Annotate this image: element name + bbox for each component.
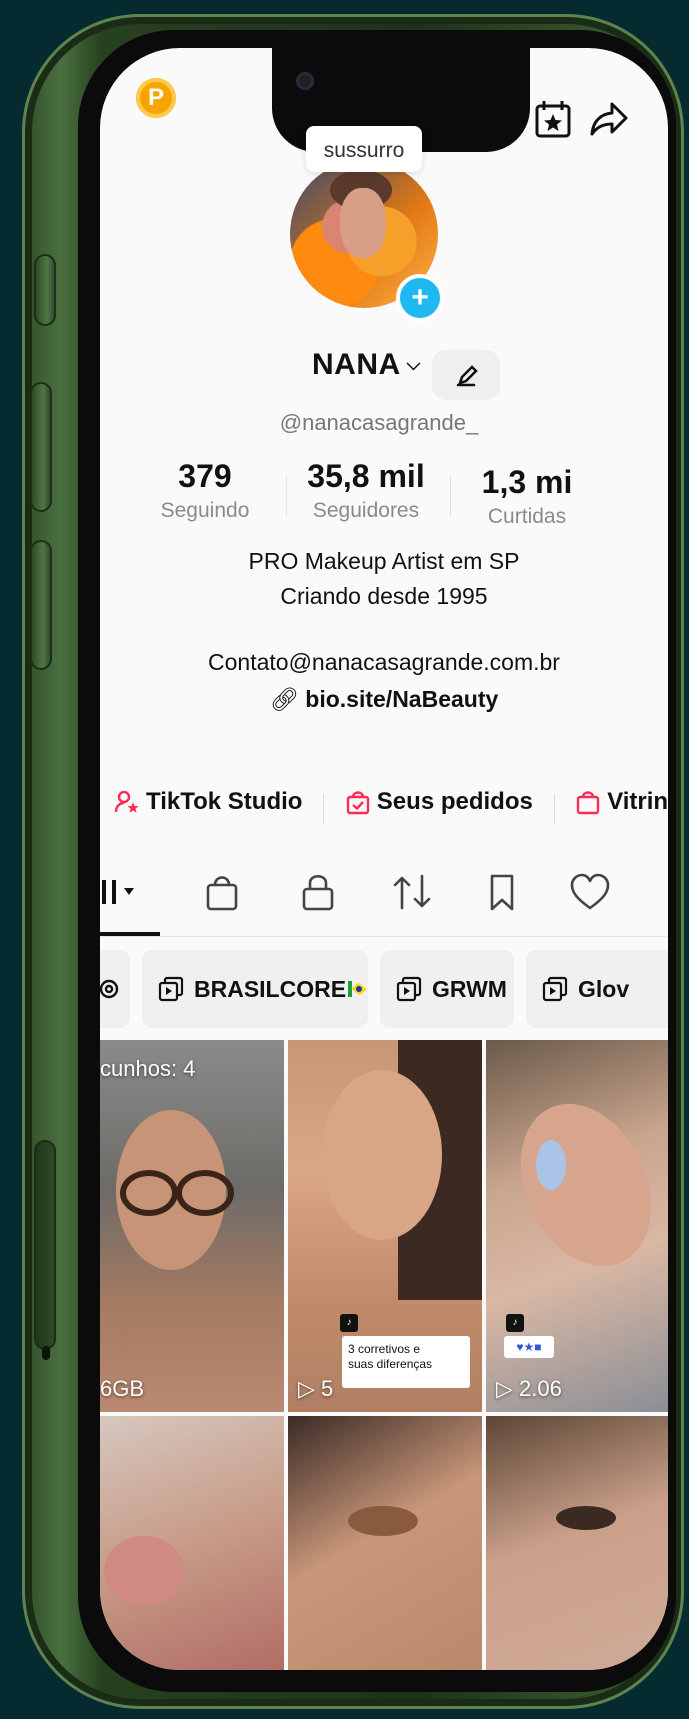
- emoji-sticker: ♥★■: [504, 1336, 554, 1358]
- chevron-down-icon: ⌵: [406, 354, 421, 374]
- drafts-label: cunhos: 4: [100, 1056, 196, 1081]
- collection-chip-brasilcore[interactable]: BRASILCORE: [142, 950, 368, 1028]
- thumb-eye: [348, 1506, 418, 1536]
- tab-private-lock-icon[interactable]: [296, 870, 340, 914]
- bio-contact: Contato@nanacasagrande.com.br: [208, 649, 560, 675]
- thumb-glasses: [176, 1170, 234, 1216]
- volume-down-button: [30, 540, 52, 670]
- collection-icon: [158, 976, 184, 1002]
- thumb-face: [495, 1082, 668, 1288]
- manage-collections-chip[interactable]: [100, 950, 130, 1028]
- video-thumbnail[interactable]: [288, 1416, 482, 1670]
- tiktok-studio-label: TikTok Studio: [146, 788, 303, 815]
- profile-handle: @nanacasagrande_: [279, 410, 479, 435]
- bio-line: PRO Makeup Artist em SP: [248, 548, 520, 574]
- sim-tray-pin: [42, 1346, 50, 1360]
- stat-label: Seguindo: [160, 499, 250, 522]
- shortcut-divider: [553, 793, 555, 824]
- shortcut-bar: TikTok Studio Seus pedidos Vitrine: [114, 788, 668, 824]
- thumb-eye: [556, 1506, 616, 1530]
- draft-size-label: 6GB: [100, 1376, 145, 1401]
- tab-reposts-icon[interactable]: [390, 870, 434, 914]
- collection-icon: [396, 976, 422, 1002]
- collection-chips: BRASILCORE GRWM Glov: [100, 950, 668, 1034]
- sim-tray: [34, 1140, 56, 1350]
- profile-name: NANA: [312, 348, 401, 381]
- brazil-flag-icon: [348, 981, 367, 997]
- play-count: ▷ 2.06: [496, 1376, 562, 1401]
- profile-name-switcher[interactable]: NANA ⌵: [312, 348, 421, 382]
- shopping-bag-icon: [576, 791, 600, 815]
- video-thumbnail-drafts[interactable]: cunhos: 4 6GB: [100, 1040, 284, 1412]
- screen: P sussurro + NANA ⌵ @nanacasagrande_ 379 …: [100, 48, 668, 1670]
- shopping-bag-check-icon: [346, 791, 369, 815]
- bio-line: Criando desde 1995: [280, 583, 488, 609]
- silent-switch: [34, 254, 56, 326]
- pencil-icon: [456, 365, 478, 387]
- collection-chip-grwm[interactable]: GRWM: [380, 950, 514, 1028]
- play-count: ▷ 5: [298, 1376, 334, 1401]
- tab-favorites-bookmark-icon[interactable]: [480, 870, 524, 914]
- tab-liked-heart-icon[interactable]: [568, 870, 612, 914]
- video-thumbnail[interactable]: [486, 1416, 668, 1670]
- link-icon: 🔗︎: [269, 686, 299, 712]
- tiktok-studio-shortcut[interactable]: TikTok Studio: [114, 788, 302, 816]
- stat-label: Curtidas: [487, 505, 567, 528]
- thumb-face: [322, 1070, 442, 1240]
- stat-value: 379: [178, 458, 232, 494]
- profile-tabs: [100, 850, 668, 937]
- calendar-star-icon[interactable]: [532, 98, 574, 140]
- video-thumbnail[interactable]: 3 corretivos e suas diferenças ♪ ▷ 5: [288, 1040, 482, 1412]
- coin-icon[interactable]: P: [136, 78, 176, 118]
- tab-videos-grid-icon[interactable]: [100, 870, 154, 914]
- share-icon[interactable]: [588, 98, 630, 140]
- settings-gear-icon: [100, 979, 119, 999]
- thumb-glasses: [120, 1170, 178, 1216]
- stat-label: Seguidores: [312, 499, 420, 522]
- collection-icon: [542, 976, 568, 1002]
- showcase-label: Vitrine: [607, 788, 668, 815]
- bio-link-text: bio.site/NaBeauty: [305, 686, 499, 712]
- orders-shortcut[interactable]: Seus pedidos: [345, 788, 533, 816]
- tab-shop-bag-icon[interactable]: [200, 870, 244, 914]
- stat-divider: [286, 476, 287, 516]
- collection-label: GRWM: [432, 975, 507, 1002]
- bio-link[interactable]: 🔗︎ bio.site/NaBeauty: [100, 686, 668, 713]
- caption-line: 3 corretivos e: [348, 1342, 421, 1356]
- volume-up-button: [30, 382, 52, 512]
- collection-label: Glov: [578, 975, 630, 1002]
- video-caption-sticker: 3 corretivos e suas diferenças: [342, 1336, 470, 1388]
- creator-star-icon: [114, 790, 139, 813]
- showcase-shortcut[interactable]: Vitrine: [575, 788, 668, 816]
- tiktok-badge-icon: ♪: [340, 1314, 358, 1332]
- thumb-lips: [104, 1536, 184, 1606]
- caption-line: suas diferenças: [348, 1357, 433, 1371]
- stat-value: 35,8 mil: [307, 458, 425, 494]
- stat-likes[interactable]: 1,3 mi Curtidas: [462, 464, 592, 529]
- orders-label: Seus pedidos: [376, 788, 533, 815]
- thumb-eye-glitter: [536, 1140, 566, 1190]
- play-count-value: 5: [321, 1376, 334, 1401]
- video-thumbnail[interactable]: [100, 1416, 284, 1670]
- collection-chip-glow[interactable]: Glov: [526, 950, 668, 1028]
- video-thumbnail[interactable]: ♪ ♥★■ ▷ 2.06: [486, 1040, 668, 1412]
- stat-divider: [450, 476, 451, 516]
- avatar-face: [340, 188, 386, 258]
- stat-value: 1,3 mi: [481, 464, 573, 500]
- video-grid: cunhos: 4 6GB 3 corretivos e suas difere…: [100, 1040, 668, 1670]
- stat-followers[interactable]: 35,8 mil Seguidores: [292, 458, 440, 523]
- play-count-value: 2.06: [519, 1376, 562, 1401]
- add-story-plus-icon[interactable]: +: [396, 274, 444, 322]
- shortcut-divider: [323, 793, 325, 824]
- note-bubble[interactable]: sussurro: [306, 126, 422, 172]
- edit-profile-button[interactable]: [432, 350, 500, 400]
- stat-following[interactable]: 379 Seguindo: [150, 458, 260, 523]
- collection-label: BRASILCORE: [194, 975, 347, 1002]
- tiktok-badge-icon: ♪: [506, 1314, 524, 1332]
- active-tab-indicator: [100, 932, 160, 936]
- front-camera: [296, 72, 314, 90]
